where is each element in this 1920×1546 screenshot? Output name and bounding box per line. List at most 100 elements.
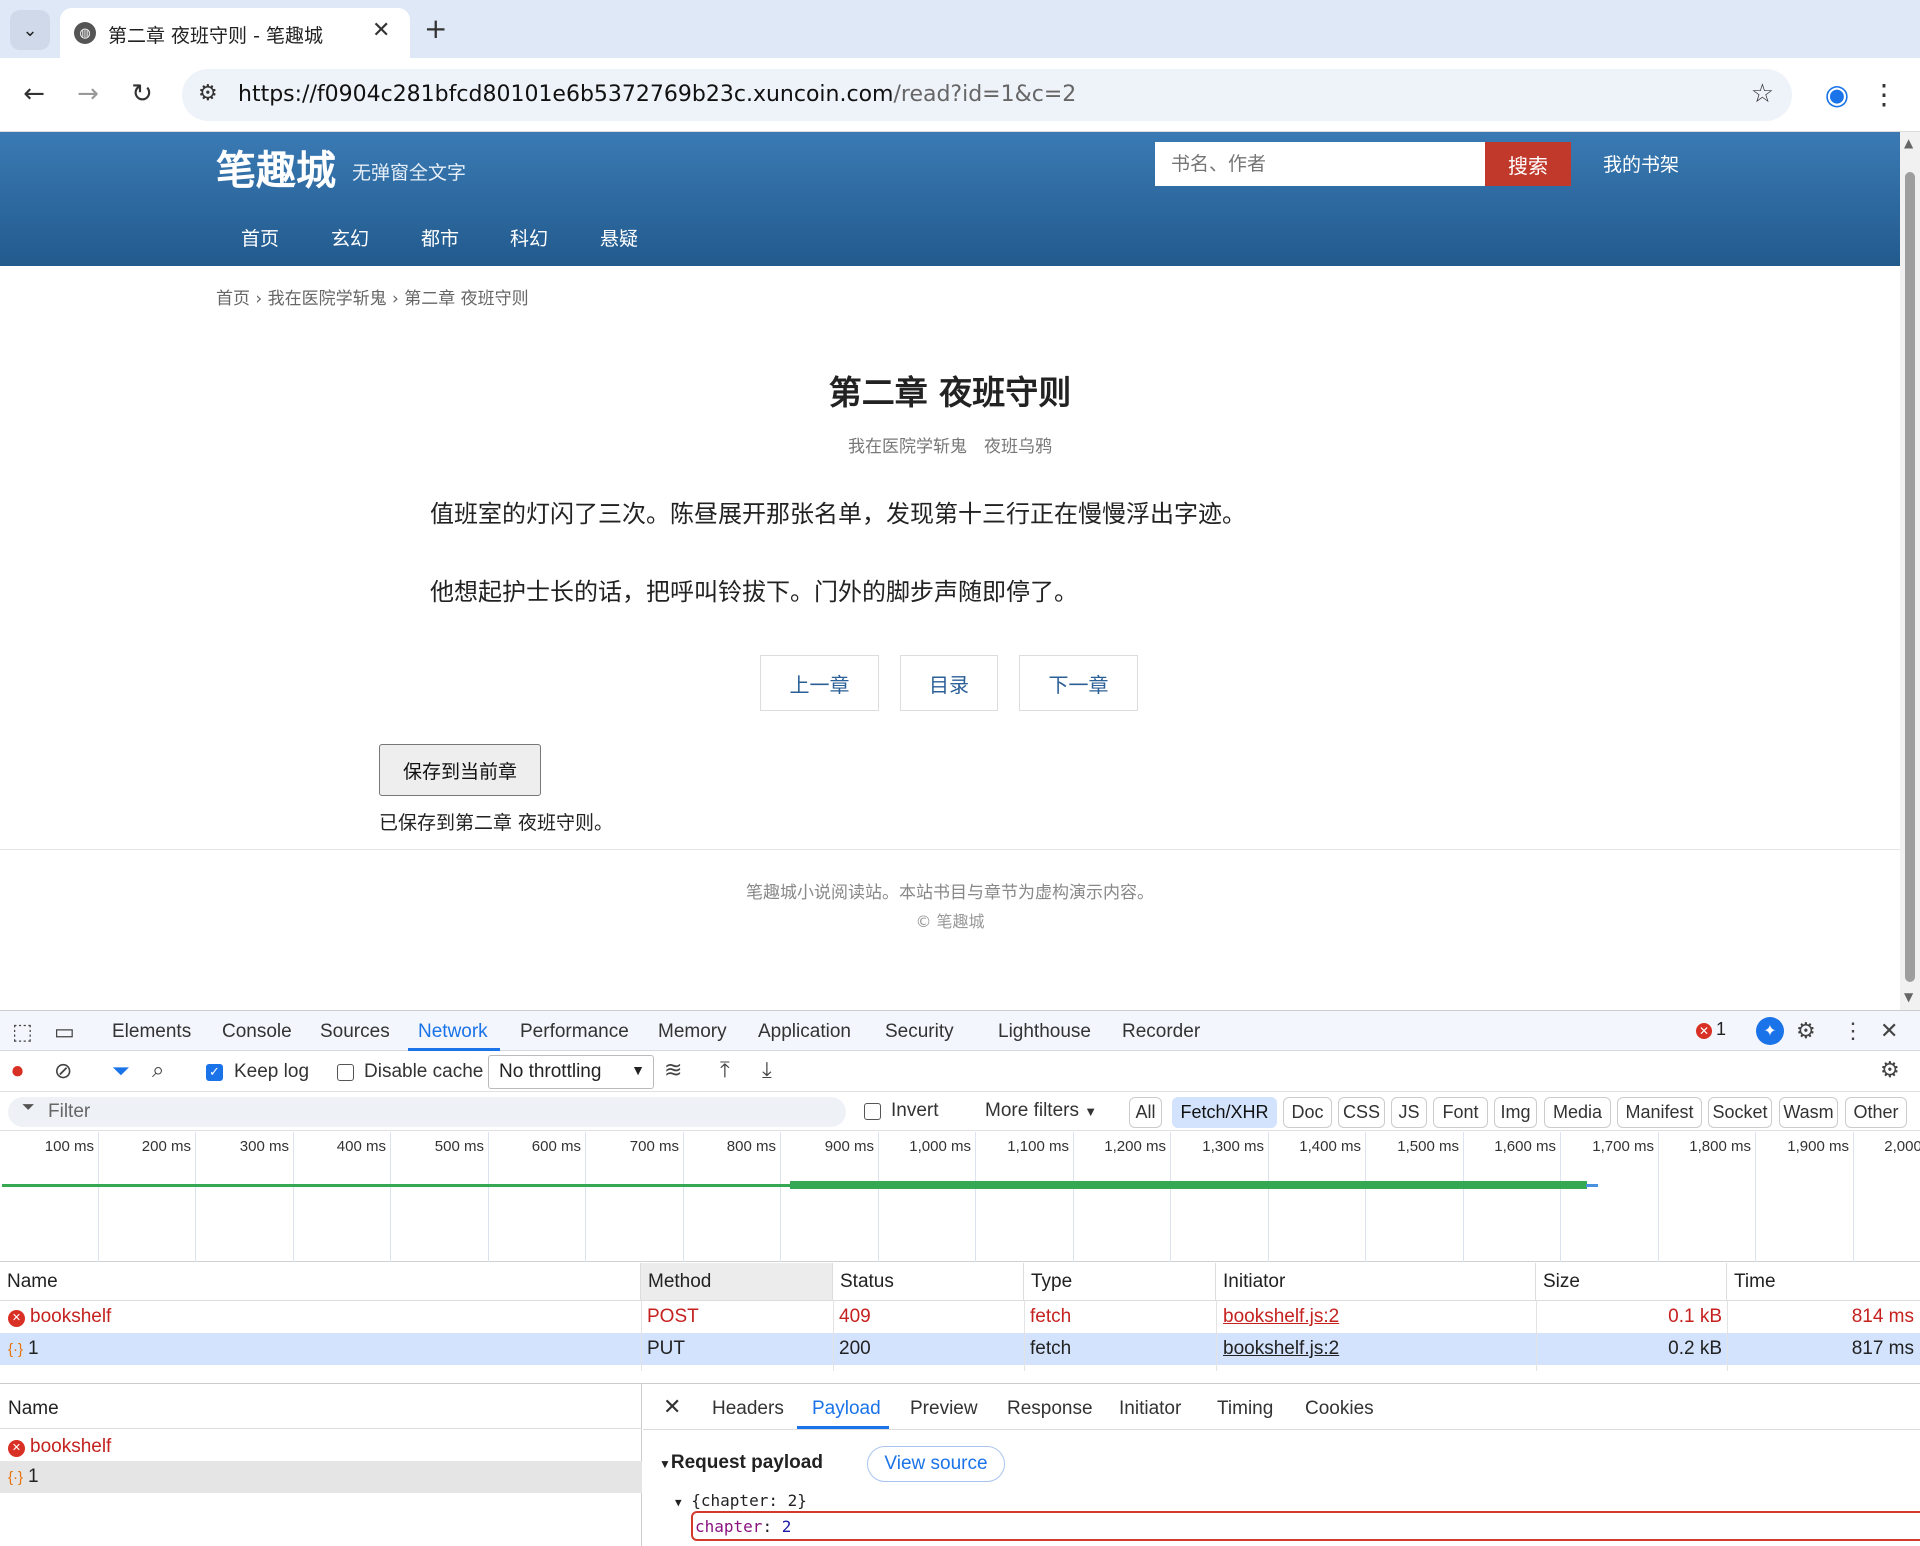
type-filter-js[interactable]: JS [1391,1097,1427,1128]
settings-gear-icon[interactable]: ⚙ [1796,1018,1816,1044]
devtools-tab-application[interactable]: Application [758,1021,851,1043]
devtools-tab-security[interactable]: Security [885,1021,954,1043]
tab-search-dropdown-icon[interactable]: ⌄ [10,10,50,50]
bookmark-star-icon[interactable]: ☆ [1751,79,1774,109]
network-settings-icon[interactable]: ⚙ [1880,1057,1900,1083]
nav-xuanyi[interactable]: 悬疑 [600,224,638,251]
devtools-tab-console[interactable]: Console [222,1021,292,1043]
payload-property[interactable]: chapter: 2 [695,1517,791,1536]
detail-tab-payload[interactable]: Payload [812,1398,881,1420]
network-conditions-icon[interactable]: ≋ [664,1057,682,1083]
nav-dushi[interactable]: 都市 [421,224,459,251]
url-text[interactable]: https://f0904c281bfcd80101e6b5372769b23c… [238,82,1076,107]
type-filter-font[interactable]: Font [1433,1097,1488,1128]
clear-log-icon[interactable]: ⊘ [54,1058,72,1084]
col-method[interactable]: Method [641,1263,833,1301]
payload-object[interactable]: ▼ {chapter: 2} [675,1491,807,1510]
toc-button[interactable]: 目录 [900,655,998,711]
type-filter-all[interactable]: All [1129,1097,1162,1128]
col-name[interactable]: Name [0,1263,641,1301]
filter-input[interactable]: Filter [8,1097,846,1127]
reload-icon[interactable]: ↻ [120,72,164,116]
nav-xuanhuan[interactable]: 玄幻 [331,224,369,251]
type-filter-fetch-xhr[interactable]: Fetch/XHR [1172,1097,1277,1128]
devtools-tab-elements[interactable]: Elements [112,1021,191,1043]
browser-tab[interactable]: ◍ 第二章 夜班守则 - 笔趣城 ✕ [60,8,410,60]
breadcrumb[interactable]: 首页 › 我在医院学斩鬼 › 第二章 夜班守则 [216,284,529,309]
type-filter-other[interactable]: Other [1845,1097,1907,1128]
devtools-tab-network[interactable]: Network [418,1021,488,1043]
invert-checkbox[interactable] [864,1103,881,1120]
scroll-thumb[interactable] [1905,172,1915,982]
type-filter-manifest[interactable]: Manifest [1617,1097,1702,1128]
browser-menu-icon[interactable]: ⋮ [1862,72,1906,116]
devtools-tab-lighthouse[interactable]: Lighthouse [998,1021,1091,1043]
site-info-icon[interactable]: ⚙ [198,81,218,106]
detail-tab-cookies[interactable]: Cookies [1305,1398,1374,1420]
disable-cache-checkbox[interactable] [337,1064,354,1081]
view-source-button[interactable]: View source [867,1446,1005,1482]
inspect-element-icon[interactable]: ⬚ [12,1019,33,1045]
close-detail-icon[interactable]: ✕ [663,1394,681,1420]
col-type[interactable]: Type [1024,1263,1216,1301]
scroll-up-icon[interactable]: ▲ [1904,136,1913,150]
network-timeline[interactable]: 100 ms 200 ms 300 ms 400 ms 500 ms 600 ms 700 … [0,1132,1920,1262]
export-har-icon[interactable]: ⤓ [762,1057,772,1083]
type-filter-img[interactable]: Img [1494,1097,1537,1128]
type-filter-socket[interactable]: Socket [1708,1097,1772,1128]
col-time[interactable]: Time [1727,1263,1920,1301]
type-filter-media[interactable]: Media [1544,1097,1611,1128]
scroll-down-icon[interactable]: ▼ [1904,990,1913,1004]
detail-tab-headers[interactable]: Headers [712,1398,784,1420]
back-icon[interactable]: ← [12,72,56,116]
type-filter-doc[interactable]: Doc [1283,1097,1332,1128]
detail-tab-initiator[interactable]: Initiator [1119,1398,1181,1420]
row-initiator-link[interactable]: bookshelf.js:2 [1223,1338,1339,1360]
detail-tab-preview[interactable]: Preview [910,1398,978,1420]
new-tab-icon[interactable]: + [424,12,447,45]
search-input[interactable] [1155,142,1485,186]
type-filter-css[interactable]: CSS [1338,1097,1385,1128]
throttling-select[interactable]: No throttling ▼ [488,1055,654,1089]
close-devtools-icon[interactable]: ✕ [1880,1018,1898,1044]
table-row[interactable]: ✕ bookshelf POST 409 fetch bookshelf.js:2… [0,1301,1920,1333]
devtools-menu-icon[interactable]: ⋮ [1842,1018,1864,1044]
col-initiator[interactable]: Initiator [1216,1263,1536,1301]
keep-log-checkbox[interactable]: ✓ [206,1064,223,1081]
list-item-selected[interactable]: {·} 1 [0,1461,642,1493]
devtools-tab-memory[interactable]: Memory [658,1021,727,1043]
save-progress-button[interactable]: 保存到当前章 [379,744,541,796]
search-icon[interactable]: ⌕ [152,1057,164,1083]
devtools-tab-performance[interactable]: Performance [520,1021,629,1043]
devtools-tab-sources[interactable]: Sources [320,1021,390,1043]
detail-tab-response[interactable]: Response [1007,1398,1093,1420]
filter-funnel-icon[interactable]: ⏷ [112,1058,130,1084]
device-toolbar-icon[interactable]: ▭ [54,1019,75,1045]
prev-chapter-button[interactable]: 上一章 [760,655,879,711]
search-button[interactable]: 搜索 [1485,142,1571,186]
profile-icon[interactable]: ◉ [1815,72,1859,116]
nav-home[interactable]: 首页 [241,224,279,251]
request-payload-section[interactable]: ▼Request payload [659,1452,823,1474]
close-tab-icon[interactable]: ✕ [372,18,390,43]
detail-tab-timing[interactable]: Timing [1217,1398,1273,1420]
devtools-tab-recorder[interactable]: Recorder [1122,1021,1200,1043]
row-initiator-link[interactable]: bookshelf.js:2 [1223,1306,1339,1328]
col-size[interactable]: Size [1536,1263,1727,1301]
site-logo[interactable]: 笔趣城 [216,138,336,196]
nav-kehuan[interactable]: 科幻 [510,224,548,251]
list-item[interactable]: ✕ bookshelf [8,1436,111,1458]
stop-recording-icon[interactable]: ⏺ [12,1058,23,1084]
my-bookshelf-link[interactable]: 我的书架 [1603,150,1679,177]
next-chapter-button[interactable]: 下一章 [1019,655,1138,711]
more-filters-dropdown[interactable]: More filters ▼ [985,1100,1097,1122]
page-scrollbar[interactable]: ▲ ▼ [1900,132,1920,1010]
ai-assistance-icon[interactable]: ✦ [1756,1017,1784,1045]
table-row[interactable]: {·} 1 PUT 200 fetch bookshelf.js:2 0.2 kB… [0,1333,1920,1365]
type-filter-wasm[interactable]: Wasm [1779,1097,1838,1128]
import-har-icon[interactable]: ⤒ [720,1057,730,1083]
address-bar[interactable]: ⚙ https://f0904c281bfcd80101e6b5372769b2… [182,69,1792,121]
error-count-badge[interactable]: ✕ 1 [1696,1019,1726,1040]
col-status[interactable]: Status [833,1263,1024,1301]
forward-icon[interactable]: → [66,72,110,116]
